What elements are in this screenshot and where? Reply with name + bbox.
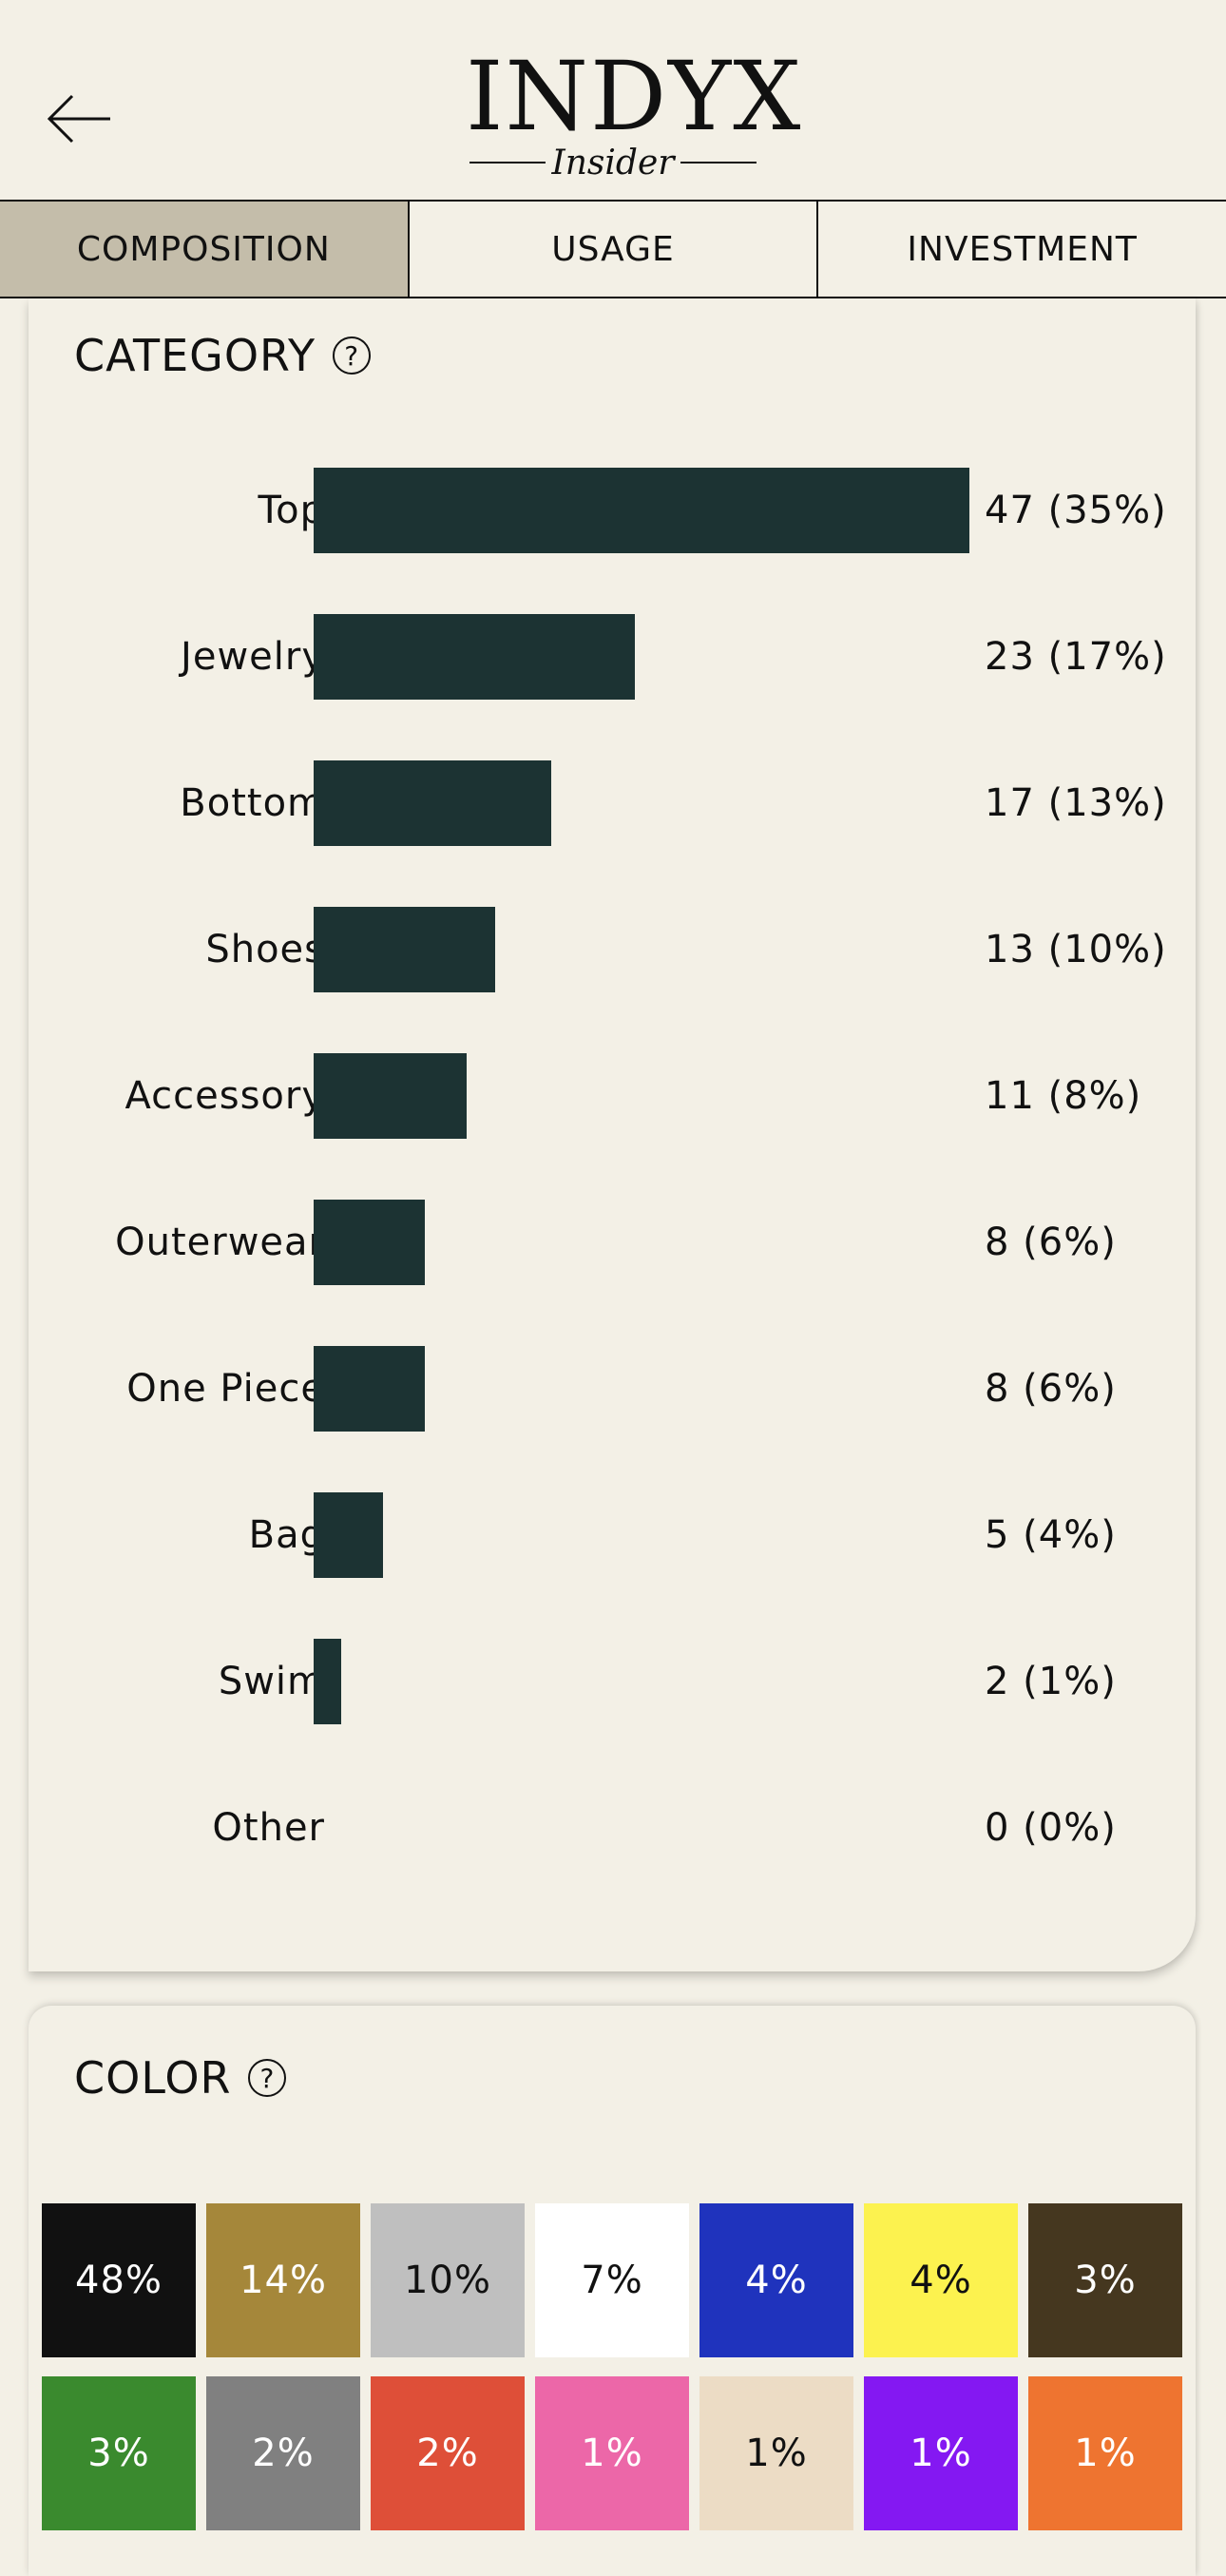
color-swatch[interactable]: 1% xyxy=(535,2376,689,2530)
bar-value-label: 47 (35%) xyxy=(985,489,1167,532)
indyx-insider-logo: INDYX Insider xyxy=(466,41,803,183)
bar xyxy=(314,468,969,553)
bar-value-label: 23 (17%) xyxy=(985,635,1167,679)
bar xyxy=(314,1492,384,1578)
bar xyxy=(314,1346,426,1432)
bar-row: Outerwear 8 (6%) xyxy=(29,1200,1196,1285)
bar-label: Shoes xyxy=(205,928,325,971)
color-card: COLOR ? 48% 14% 10% 7% 4% 4% 3% 3% 2% 2% 1% 1% 1% 1% xyxy=(29,2006,1196,2576)
color-swatch[interactable]: 14% xyxy=(206,2203,360,2357)
bar-label: Outerwear xyxy=(115,1221,325,1264)
bar-label: Jewelry xyxy=(181,635,325,679)
bar-label: Bottom xyxy=(180,781,325,825)
color-swatch[interactable]: 1% xyxy=(1028,2376,1182,2530)
color-swatch[interactable]: 2% xyxy=(206,2376,360,2530)
color-swatch[interactable]: 3% xyxy=(1028,2203,1182,2357)
bar-row: Bag 5 (4%) xyxy=(29,1492,1196,1578)
bar-value-label: 11 (8%) xyxy=(985,1074,1142,1118)
color-title-text: COLOR xyxy=(74,2052,232,2104)
bar-value-label: 8 (6%) xyxy=(985,1221,1117,1264)
bar-value-label: 2 (1%) xyxy=(985,1660,1117,1703)
bar-value-label: 17 (13%) xyxy=(985,781,1167,825)
color-swatch[interactable]: 3% xyxy=(42,2376,196,2530)
bar xyxy=(314,1639,342,1724)
color-swatch[interactable]: 4% xyxy=(864,2203,1018,2357)
bar-row: Bottom 17 (13%) xyxy=(29,760,1196,846)
bar-row: Accessory 11 (8%) xyxy=(29,1053,1196,1139)
bar-label: Other xyxy=(212,1806,325,1850)
bar-label: One Piece xyxy=(126,1367,325,1411)
color-swatch[interactable]: 48% xyxy=(42,2203,196,2357)
bar-row: One Piece 8 (6%) xyxy=(29,1346,1196,1432)
tab-bar: COMPOSITION USAGE INVESTMENT xyxy=(0,200,1226,298)
color-swatch[interactable]: 4% xyxy=(699,2203,853,2357)
bar-row: Other 0 (0%) xyxy=(29,1785,1196,1871)
bar-label: Accessory xyxy=(125,1074,325,1118)
bar xyxy=(314,760,551,846)
back-arrow-icon[interactable] xyxy=(44,90,116,147)
logo-main-text: INDYX xyxy=(466,41,803,152)
color-swatch[interactable]: 10% xyxy=(371,2203,525,2357)
color-title: COLOR ? xyxy=(74,2049,287,2106)
logo-sub: Insider xyxy=(466,144,760,183)
color-swatch[interactable]: 1% xyxy=(864,2376,1018,2530)
help-icon[interactable]: ? xyxy=(333,336,372,375)
bar xyxy=(314,1053,468,1139)
bar-row: Jewelry 23 (17%) xyxy=(29,614,1196,700)
help-icon[interactable]: ? xyxy=(248,2059,287,2097)
app-header: INDYX Insider xyxy=(0,0,1226,200)
tab-usage[interactable]: USAGE xyxy=(410,202,819,297)
bar-value-label: 0 (0%) xyxy=(985,1806,1117,1850)
category-title-text: CATEGORY xyxy=(74,330,316,381)
color-swatch[interactable]: 7% xyxy=(535,2203,689,2357)
category-title: CATEGORY ? xyxy=(74,327,372,384)
bar-row: Top 47 (35%) xyxy=(29,468,1196,553)
logo-sub-text: Insider xyxy=(551,144,675,183)
bar-value-label: 8 (6%) xyxy=(985,1367,1117,1411)
bar-row: Swim 2 (1%) xyxy=(29,1639,1196,1724)
bar xyxy=(314,614,635,700)
bar xyxy=(314,1200,426,1285)
bar-value-label: 13 (10%) xyxy=(985,928,1167,971)
bar-label: Swim xyxy=(218,1660,325,1703)
tab-composition[interactable]: COMPOSITION xyxy=(0,202,410,297)
category-card: CATEGORY ? Top 47 (35%) Jewelry 23 (17%) Bot… xyxy=(29,298,1196,1971)
bar xyxy=(314,907,495,992)
color-swatch[interactable]: 1% xyxy=(699,2376,853,2530)
bar-value-label: 5 (4%) xyxy=(985,1513,1117,1557)
bar-row: Shoes 13 (10%) xyxy=(29,907,1196,992)
tab-investment[interactable]: INVESTMENT xyxy=(818,202,1226,297)
color-swatch[interactable]: 2% xyxy=(371,2376,525,2530)
